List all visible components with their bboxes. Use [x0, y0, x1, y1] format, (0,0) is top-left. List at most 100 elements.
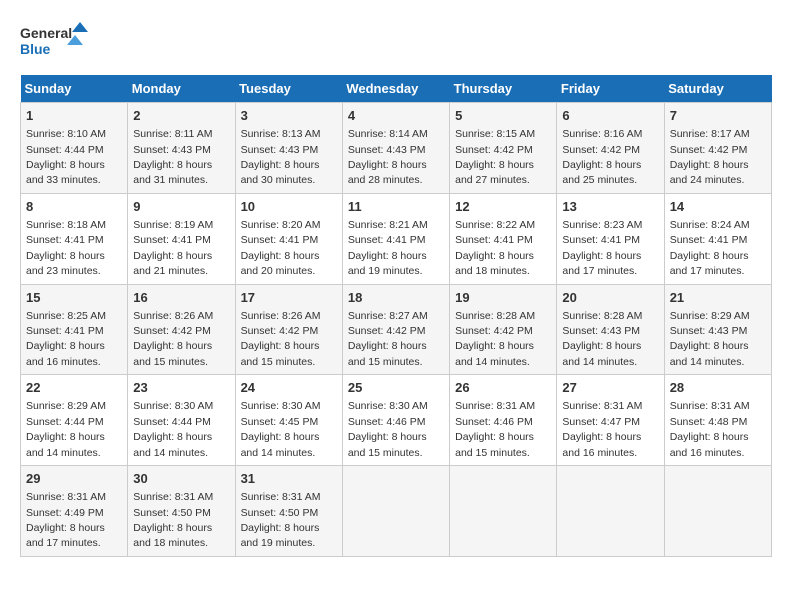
svg-text:Blue: Blue — [20, 41, 51, 57]
day-number: 9 — [133, 198, 229, 216]
calendar-cell: 18 Sunrise: 8:27 AMSunset: 4:42 PMDayligh… — [342, 284, 449, 375]
day-info: Sunrise: 8:10 AMSunset: 4:44 PMDaylight:… — [26, 128, 106, 186]
calendar-cell: 14 Sunrise: 8:24 AMSunset: 4:41 PMDayligh… — [664, 193, 771, 284]
day-number: 30 — [133, 470, 229, 488]
day-info: Sunrise: 8:11 AMSunset: 4:43 PMDaylight:… — [133, 128, 212, 186]
calendar-cell: 23Sunrise: 8:30 AMSunset: 4:44 PMDayligh… — [128, 375, 235, 466]
day-number: 10 — [241, 198, 337, 216]
day-number: 6 — [562, 107, 658, 125]
calendar-header-row: SundayMondayTuesdayWednesdayThursdayFrid… — [21, 75, 772, 103]
day-number: 26 — [455, 379, 551, 397]
day-info: Sunrise: 8:16 AMSunset: 4:42 PMDaylight:… — [562, 128, 642, 186]
calendar-cell: 29 Sunrise: 8:31 AMSunset: 4:49 PMDayligh… — [21, 466, 128, 557]
day-info: Sunrise: 8:13 AMSunset: 4:43 PMDaylight:… — [241, 128, 321, 186]
day-number: 12 — [455, 198, 551, 216]
calendar-cell: 7 Sunrise: 8:17 AMSunset: 4:42 PMDaylight… — [664, 103, 771, 194]
day-number: 7 — [670, 107, 766, 125]
day-number: 21 — [670, 289, 766, 307]
calendar-cell: 24 Sunrise: 8:30 AMSunset: 4:45 PMDayligh… — [235, 375, 342, 466]
calendar-cell: 6 Sunrise: 8:16 AMSunset: 4:42 PMDaylight… — [557, 103, 664, 194]
day-header-sunday: Sunday — [21, 75, 128, 103]
day-number: 27 — [562, 379, 658, 397]
day-info: Sunrise: 8:28 AMSunset: 4:43 PMDaylight:… — [562, 310, 642, 368]
day-info: Sunrise: 8:31 AMSunset: 4:48 PMDaylight:… — [670, 400, 750, 458]
calendar-table: SundayMondayTuesdayWednesdayThursdayFrid… — [20, 75, 772, 557]
day-info: Sunrise: 8:18 AMSunset: 4:41 PMDaylight:… — [26, 219, 106, 277]
day-number: 28 — [670, 379, 766, 397]
day-info: Sunrise: 8:27 AMSunset: 4:42 PMDaylight:… — [348, 310, 428, 368]
day-number: 19 — [455, 289, 551, 307]
day-info: Sunrise: 8:14 AMSunset: 4:43 PMDaylight:… — [348, 128, 428, 186]
day-info: Sunrise: 8:22 AMSunset: 4:41 PMDaylight:… — [455, 219, 535, 277]
calendar-cell: 3 Sunrise: 8:13 AMSunset: 4:43 PMDaylight… — [235, 103, 342, 194]
day-info: Sunrise: 8:17 AMSunset: 4:42 PMDaylight:… — [670, 128, 750, 186]
day-info: Sunrise: 8:31 AMSunset: 4:47 PMDaylight:… — [562, 400, 642, 458]
day-info: Sunrise: 8:24 AMSunset: 4:41 PMDaylight:… — [670, 219, 750, 277]
calendar-week-5: 29 Sunrise: 8:31 AMSunset: 4:49 PMDayligh… — [21, 466, 772, 557]
day-number: 2 — [133, 107, 229, 125]
day-number: 15 — [26, 289, 122, 307]
logo-svg: General Blue — [20, 20, 90, 65]
day-info: Sunrise: 8:25 AMSunset: 4:41 PMDaylight:… — [26, 310, 106, 368]
day-number: 11 — [348, 198, 444, 216]
calendar-cell: 15 Sunrise: 8:25 AMSunset: 4:41 PMDayligh… — [21, 284, 128, 375]
day-number: 20 — [562, 289, 658, 307]
calendar-cell: 16 Sunrise: 8:26 AMSunset: 4:42 PMDayligh… — [128, 284, 235, 375]
calendar-cell — [557, 466, 664, 557]
day-number: 14 — [670, 198, 766, 216]
calendar-cell: 30 Sunrise: 8:31 AMSunset: 4:50 PMDayligh… — [128, 466, 235, 557]
calendar-body: 1 Sunrise: 8:10 AMSunset: 4:44 PMDaylight… — [21, 103, 772, 557]
logo: General Blue — [20, 20, 90, 65]
day-number: 29 — [26, 470, 122, 488]
calendar-week-1: 1 Sunrise: 8:10 AMSunset: 4:44 PMDaylight… — [21, 103, 772, 194]
calendar-cell: 31Sunrise: 8:31 AMSunset: 4:50 PMDayligh… — [235, 466, 342, 557]
calendar-cell: 27 Sunrise: 8:31 AMSunset: 4:47 PMDayligh… — [557, 375, 664, 466]
day-number: 25 — [348, 379, 444, 397]
day-info: Sunrise: 8:26 AMSunset: 4:42 PMDaylight:… — [241, 310, 321, 368]
calendar-cell: 1 Sunrise: 8:10 AMSunset: 4:44 PMDaylight… — [21, 103, 128, 194]
calendar-cell: 11 Sunrise: 8:21 AMSunset: 4:41 PMDayligh… — [342, 193, 449, 284]
calendar-cell: 20 Sunrise: 8:28 AMSunset: 4:43 PMDayligh… — [557, 284, 664, 375]
day-info: Sunrise: 8:21 AMSunset: 4:41 PMDaylight:… — [348, 219, 428, 277]
day-number: 24 — [241, 379, 337, 397]
day-info: Sunrise: 8:26 AMSunset: 4:42 PMDaylight:… — [133, 310, 213, 368]
day-info: Sunrise: 8:30 AMSunset: 4:46 PMDaylight:… — [348, 400, 428, 458]
day-info: Sunrise: 8:28 AMSunset: 4:42 PMDaylight:… — [455, 310, 535, 368]
day-number: 18 — [348, 289, 444, 307]
day-header-thursday: Thursday — [450, 75, 557, 103]
day-number: 5 — [455, 107, 551, 125]
day-info: Sunrise: 8:31 AMSunset: 4:50 PMDaylight:… — [133, 491, 213, 549]
calendar-week-3: 15 Sunrise: 8:25 AMSunset: 4:41 PMDayligh… — [21, 284, 772, 375]
calendar-cell — [450, 466, 557, 557]
day-info: Sunrise: 8:31 AMSunset: 4:49 PMDaylight:… — [26, 491, 106, 549]
day-info: Sunrise: 8:30 AMSunset: 4:45 PMDaylight:… — [241, 400, 321, 458]
calendar-cell — [342, 466, 449, 557]
day-number: 1 — [26, 107, 122, 125]
calendar-cell: 17 Sunrise: 8:26 AMSunset: 4:42 PMDayligh… — [235, 284, 342, 375]
day-number: 16 — [133, 289, 229, 307]
day-number: 17 — [241, 289, 337, 307]
calendar-cell: 21 Sunrise: 8:29 AMSunset: 4:43 PMDayligh… — [664, 284, 771, 375]
day-number: 3 — [241, 107, 337, 125]
day-info: Sunrise: 8:23 AMSunset: 4:41 PMDaylight:… — [562, 219, 642, 277]
day-info: Sunrise: 8:29 AMSunset: 4:43 PMDaylight:… — [670, 310, 750, 368]
calendar-cell: 25 Sunrise: 8:30 AMSunset: 4:46 PMDayligh… — [342, 375, 449, 466]
day-number: 13 — [562, 198, 658, 216]
day-header-tuesday: Tuesday — [235, 75, 342, 103]
calendar-cell — [664, 466, 771, 557]
header: General Blue — [20, 20, 772, 65]
calendar-cell: 13 Sunrise: 8:23 AMSunset: 4:41 PMDayligh… — [557, 193, 664, 284]
calendar-cell: 10 Sunrise: 8:20 AMSunset: 4:41 PMDayligh… — [235, 193, 342, 284]
day-info: Sunrise: 8:20 AMSunset: 4:41 PMDaylight:… — [241, 219, 321, 277]
day-header-wednesday: Wednesday — [342, 75, 449, 103]
svg-text:General: General — [20, 25, 72, 41]
day-number: 4 — [348, 107, 444, 125]
calendar-cell: 22Sunrise: 8:29 AMSunset: 4:44 PMDayligh… — [21, 375, 128, 466]
calendar-week-4: 22Sunrise: 8:29 AMSunset: 4:44 PMDayligh… — [21, 375, 772, 466]
day-number: 23 — [133, 379, 229, 397]
calendar-cell: 2 Sunrise: 8:11 AMSunset: 4:43 PMDaylight… — [128, 103, 235, 194]
day-info: Sunrise: 8:15 AMSunset: 4:42 PMDaylight:… — [455, 128, 535, 186]
calendar-cell: 5 Sunrise: 8:15 AMSunset: 4:42 PMDaylight… — [450, 103, 557, 194]
day-number: 8 — [26, 198, 122, 216]
day-number: 31 — [241, 470, 337, 488]
